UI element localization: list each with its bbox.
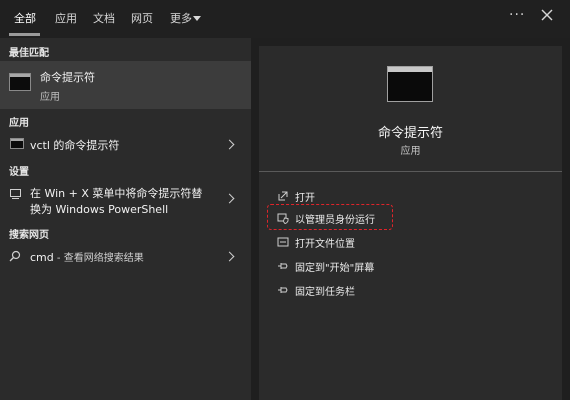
divider	[259, 171, 562, 172]
search-icon	[9, 250, 21, 262]
pin-icon	[278, 263, 288, 269]
detail-subtitle: 应用	[400, 146, 421, 157]
web-search-text: cmd - 查看网络搜索结果	[30, 249, 144, 264]
tab-web[interactable]: 网页	[131, 10, 153, 26]
tab-more[interactable]: 更多	[170, 10, 192, 26]
command-prompt-icon	[10, 138, 24, 149]
command-prompt-large-icon	[387, 66, 433, 102]
chevron-right-icon[interactable]	[224, 193, 235, 204]
tab-apps[interactable]: 应用	[55, 10, 77, 26]
results-panel: 最佳匹配 命令提示符 应用 应用 vctl 的命令提示符 设置 在 Win + …	[0, 38, 251, 400]
web-search-query: cmd	[30, 251, 54, 264]
search-window: 全部 应用 文档 网页 更多 ··· 最佳匹配 命令提示符 应用 应用 vctl…	[0, 0, 570, 400]
web-search-header: 搜索网页	[9, 230, 49, 241]
best-match-item[interactable]: 命令提示符 应用	[0, 61, 251, 109]
display-settings-icon	[10, 189, 21, 199]
chevron-right-icon[interactable]	[224, 139, 235, 150]
action-open-label: 打开	[295, 193, 315, 204]
settings-result-line2: 换为 Windows PowerShell	[30, 203, 169, 216]
settings-result-line1: 在 Win + X 菜单中将命令提示符替	[30, 187, 203, 200]
app-result-vctl[interactable]: vctl 的命令提示符	[0, 134, 251, 156]
chevron-right-icon[interactable]	[224, 251, 235, 262]
tab-documents[interactable]: 文档	[93, 10, 115, 26]
command-prompt-icon	[9, 73, 31, 91]
app-result-title: vctl 的命令提示符	[30, 139, 120, 152]
chevron-down-icon[interactable]	[193, 16, 201, 21]
pin-icon	[278, 287, 288, 293]
best-match-header: 最佳匹配	[9, 48, 49, 59]
detail-title: 命令提示符	[377, 126, 443, 141]
web-search-suffix: - 查看网络搜索结果	[53, 253, 144, 264]
settings-result[interactable]: 在 Win + X 菜单中将命令提示符替 换为 Windows PowerShe…	[0, 183, 251, 217]
web-search-result[interactable]: cmd - 查看网络搜索结果	[0, 246, 251, 268]
more-options-icon[interactable]: ···	[509, 7, 525, 23]
folder-icon	[277, 237, 289, 247]
action-pin-to-start-label: 固定到"开始"屏幕	[295, 263, 375, 274]
search-tab-bar: 全部 应用 文档 网页 更多 ···	[0, 0, 570, 38]
apps-header: 应用	[9, 118, 29, 129]
action-open-file-location-label: 打开文件位置	[295, 239, 355, 250]
highlight-annotation	[267, 204, 393, 230]
best-match-title: 命令提示符	[40, 71, 95, 84]
tab-all[interactable]: 全部	[14, 10, 36, 26]
settings-header: 设置	[9, 167, 29, 178]
active-tab-indicator	[9, 33, 40, 36]
close-icon[interactable]	[539, 7, 555, 23]
best-match-subtitle: 应用	[40, 92, 60, 103]
open-icon	[278, 191, 288, 201]
detail-panel: 命令提示符 应用 打开 以管理员身份运行 打开文件位置 固定到"开始"屏幕 固定…	[259, 46, 562, 400]
action-pin-to-taskbar-label: 固定到任务栏	[295, 287, 355, 298]
